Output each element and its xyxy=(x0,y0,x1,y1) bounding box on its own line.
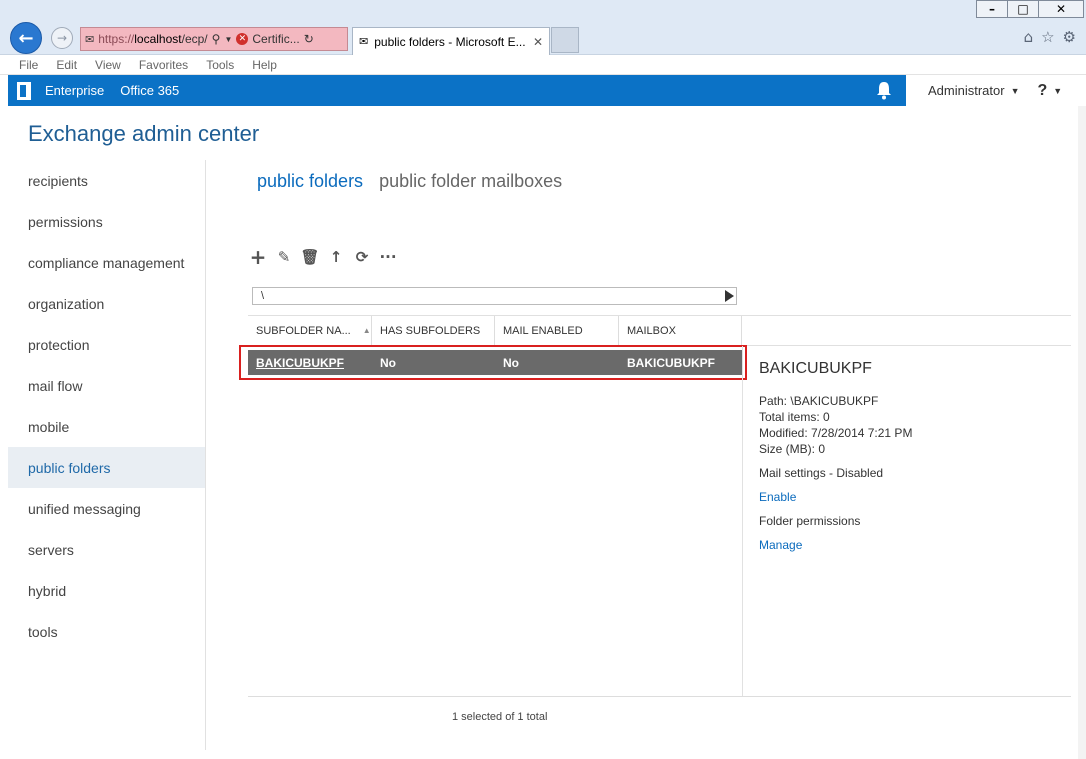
menu-tools[interactable]: Tools xyxy=(206,58,234,72)
more-options-icon[interactable]: ··· xyxy=(379,248,397,266)
settings-gear-icon[interactable]: ⚙ xyxy=(1063,28,1076,46)
sidebar-item-mobile[interactable]: mobile xyxy=(8,406,205,447)
forward-arrow-icon[interactable]: → xyxy=(51,27,73,49)
sidebar-item-mail-flow[interactable]: mail flow xyxy=(8,365,205,406)
selection-highlight-box xyxy=(239,345,747,380)
sidebar-item-unified-messaging[interactable]: unified messaging xyxy=(8,488,205,529)
chevron-down-icon[interactable]: ▼ xyxy=(1011,86,1020,96)
sidebar-item-public-folders[interactable]: public folders xyxy=(8,447,205,488)
certificate-label[interactable]: Certific... xyxy=(252,32,299,46)
menu-edit[interactable]: Edit xyxy=(56,58,77,72)
refresh-icon[interactable]: ⟳ xyxy=(353,248,371,266)
sidebar-item-organization[interactable]: organization xyxy=(8,283,205,324)
browser-toolbar-icons: ⌂ ☆ ⚙ xyxy=(1024,28,1076,46)
expand-arrow-icon[interactable] xyxy=(725,290,734,302)
tab-favicon-icon: ✉ xyxy=(359,36,369,48)
page-icon: ✉ xyxy=(85,33,95,46)
details-modified: Modified: 7/28/2014 7:21 PM xyxy=(759,426,913,440)
window-edge xyxy=(1078,106,1086,759)
sidebar-item-protection[interactable]: protection xyxy=(8,324,205,365)
favorites-star-icon[interactable]: ☆ xyxy=(1041,28,1054,46)
admin-user-menu[interactable]: Administrator xyxy=(928,83,1005,98)
manage-link[interactable]: Manage xyxy=(759,537,1071,553)
address-host: localhost xyxy=(134,32,182,46)
admin-menu-area: Administrator ▼ ? ▼ xyxy=(906,75,1078,106)
top-nav-bar: Enterprise Office 365 Administrator ▼ ? … xyxy=(8,75,1078,106)
up-arrow-icon[interactable]: ↑ xyxy=(327,248,345,266)
col-mail-enabled[interactable]: MAIL ENABLED xyxy=(495,316,619,345)
tab-title: public folders - Microsoft E... xyxy=(374,34,526,49)
sort-ascending-icon[interactable]: ▲ xyxy=(363,326,371,335)
delete-trash-icon[interactable]: 🗑 xyxy=(300,248,319,266)
office-logo-icon xyxy=(17,81,31,100)
edit-pencil-icon[interactable]: ✎ xyxy=(275,248,293,266)
tab-public-folder-mailboxes[interactable]: public folder mailboxes xyxy=(379,171,562,192)
back-arrow-icon[interactable]: ← xyxy=(10,22,42,54)
content-tabs: public folders public folder mailboxes xyxy=(257,171,562,192)
window-controls: – □ ✕ xyxy=(976,0,1084,18)
sidebar-item-permissions[interactable]: permissions xyxy=(8,201,205,242)
add-icon[interactable]: + xyxy=(249,245,267,269)
menu-view[interactable]: View xyxy=(95,58,121,72)
help-button[interactable]: ? xyxy=(1038,82,1048,100)
search-icon[interactable]: ⚲ xyxy=(212,32,221,46)
sidebar-item-compliance-management[interactable]: compliance management xyxy=(8,242,205,283)
tab-close-icon[interactable]: ✕ xyxy=(533,35,543,49)
sidebar: recipients permissions compliance manage… xyxy=(8,160,206,750)
tab-public-folders[interactable]: public folders xyxy=(257,171,363,192)
details-path: Path: \BAKICUBUKPF xyxy=(759,394,879,408)
address-prefix: https:// xyxy=(98,32,135,46)
col-subfolder-name[interactable]: SUBFOLDER NA... ▲ xyxy=(248,316,372,345)
address-bar[interactable]: ✉ https://localhost/ecp/ ⚲ ▼ ✕ Certific.… xyxy=(80,27,348,51)
enable-link[interactable]: Enable xyxy=(759,489,1071,505)
folder-path-bar[interactable]: \ xyxy=(252,287,737,305)
home-icon[interactable]: ⌂ xyxy=(1024,28,1034,46)
sidebar-item-hybrid[interactable]: hybrid xyxy=(8,570,205,611)
menu-help[interactable]: Help xyxy=(252,58,277,72)
dropdown-icon[interactable]: ▼ xyxy=(224,35,232,44)
menu-favorites[interactable]: Favorites xyxy=(139,58,188,72)
selection-status: 1 selected of 1 total xyxy=(452,711,548,723)
grid-header: SUBFOLDER NA... ▲ HAS SUBFOLDERS MAIL EN… xyxy=(248,315,1071,346)
minimize-button[interactable]: – xyxy=(976,0,1008,18)
address-path: /ecp/ xyxy=(181,32,208,46)
folder-path-text: \ xyxy=(261,290,265,302)
menu-bar: File Edit View Favorites Tools Help xyxy=(0,55,1086,75)
col-subfolder-name-label: SUBFOLDER NA... xyxy=(256,324,351,337)
nav-office365[interactable]: Office 365 xyxy=(120,83,179,98)
new-tab-button[interactable] xyxy=(551,27,579,53)
col-mailbox[interactable]: MAILBOX xyxy=(619,316,742,345)
sidebar-item-tools[interactable]: tools xyxy=(8,611,205,652)
footer-divider xyxy=(248,696,1071,697)
details-title: BAKICUBUKPF xyxy=(759,360,872,377)
details-folder-permissions: Folder permissions xyxy=(759,514,861,528)
sidebar-item-recipients[interactable]: recipients xyxy=(8,160,205,201)
details-total-items: Total items: 0 xyxy=(759,410,830,424)
browser-chrome: – □ ✕ ← → ✉ https://localhost/ecp/ ⚲ ▼ ✕… xyxy=(0,0,1086,55)
help-chevron-down-icon[interactable]: ▼ xyxy=(1053,86,1062,96)
nav-enterprise[interactable]: Enterprise xyxy=(45,83,104,98)
menu-file[interactable]: File xyxy=(19,58,38,72)
details-mail-settings: Mail settings - Disabled xyxy=(759,466,884,480)
notification-bell-icon[interactable] xyxy=(875,81,893,100)
sidebar-item-servers[interactable]: servers xyxy=(8,529,205,570)
maximize-button[interactable]: □ xyxy=(1007,0,1039,18)
details-pane: BAKICUBUKPF Path: \BAKICUBUKPF Total ite… xyxy=(742,346,1071,696)
app-title: Exchange admin center xyxy=(28,121,260,146)
col-has-subfolders[interactable]: HAS SUBFOLDERS xyxy=(372,316,495,345)
certificate-error-icon[interactable]: ✕ xyxy=(236,33,249,45)
action-toolbar: + ✎ 🗑 ↑ ⟳ ··· xyxy=(249,245,397,269)
close-window-button[interactable]: ✕ xyxy=(1038,0,1084,18)
browser-tab[interactable]: ✉ public folders - Microsoft E... ✕ xyxy=(352,27,550,55)
refresh-icon[interactable]: ↻ xyxy=(304,32,314,46)
details-size: Size (MB): 0 xyxy=(759,442,826,456)
